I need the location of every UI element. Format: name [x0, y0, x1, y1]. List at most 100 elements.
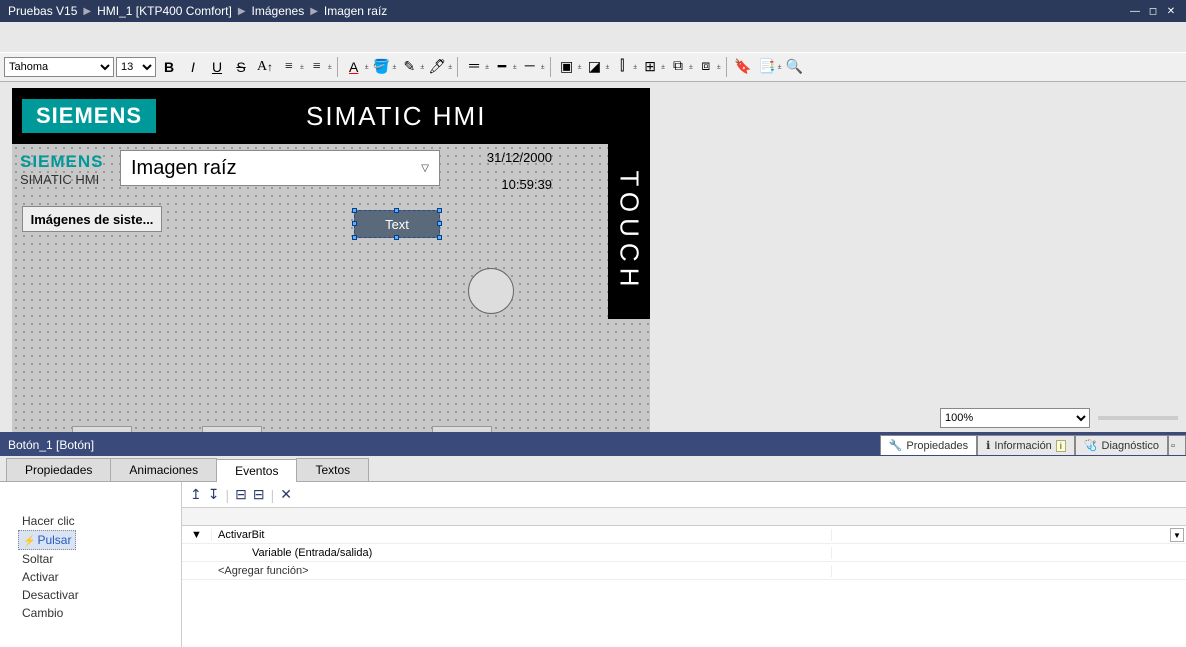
zoom-slider[interactable] — [1098, 416, 1178, 420]
zoom-controls: 100% — [940, 408, 1178, 428]
date-value: 31/12/2000 — [462, 150, 552, 165]
crumb-project[interactable]: Pruebas V15 — [8, 4, 77, 18]
event-change[interactable]: Cambio — [18, 604, 181, 622]
nav-power-button[interactable]: ⏻ — [432, 426, 492, 432]
font-size-select[interactable]: 13 — [116, 57, 156, 77]
system-images-button[interactable]: Imágenes de siste... — [22, 206, 162, 232]
dropdown-icon: ▽ — [421, 163, 429, 174]
tab-properties[interactable]: 🔧Propiedades — [880, 435, 977, 455]
siemens-logo: SIEMENS — [22, 99, 156, 133]
touch-strip: TOUCH — [608, 144, 650, 319]
chevron-right-icon: ▶ — [83, 6, 91, 17]
subtab-events[interactable]: Eventos — [216, 459, 297, 482]
function-row[interactable]: ▼ ActivarBit ▼ — [182, 526, 1186, 544]
nav-home-button[interactable]: ⬆ — [72, 426, 132, 432]
line-style-button[interactable]: ═ — [463, 56, 485, 78]
minimize-button[interactable]: — — [1128, 5, 1142, 17]
product-title: SIMATIC HMI — [306, 101, 486, 132]
screen-title-text: Imagen raíz — [131, 157, 237, 180]
tab-info[interactable]: ℹInformación i — [977, 435, 1075, 455]
bold-button[interactable]: B — [158, 56, 180, 78]
expand-button[interactable]: ⊟ — [235, 486, 247, 503]
property-subtabs: Propiedades Animaciones Eventos Textos — [0, 456, 1186, 482]
properties-panel: Botón_1 [Botón] 🔧Propiedades ℹInformació… — [0, 432, 1186, 647]
reference-button[interactable]: 🔖 — [732, 56, 754, 78]
pen-button[interactable]: 🖊 — [426, 56, 448, 78]
line-color-button[interactable]: ✎ — [398, 56, 420, 78]
tab-diagnostics[interactable]: 🩺Diagnóstico — [1075, 435, 1168, 455]
resize-handle[interactable] — [394, 235, 399, 240]
touch-label: TOUCH — [614, 171, 645, 293]
time-value: 10:59:39 — [462, 177, 552, 192]
screen-editor-canvas[interactable]: SIEMENS SIMATIC HMI TOUCH SIEMENS SIMATI… — [0, 82, 1186, 432]
collapse-button[interactable]: ⊟ — [253, 486, 265, 503]
font-color-button[interactable]: A — [343, 56, 365, 78]
event-activate[interactable]: Activar — [18, 568, 181, 586]
sub-logo: SIEMENS SIMATIC HMI — [20, 152, 104, 187]
properties-title-bar: Botón_1 [Botón] 🔧Propiedades ℹInformació… — [0, 434, 1186, 456]
align-objects-button[interactable]: ⫿ — [611, 56, 633, 78]
resize-handle[interactable] — [437, 208, 442, 213]
close-button[interactable]: ✕ — [1164, 5, 1178, 17]
expand-icon[interactable]: ▼ — [182, 529, 212, 541]
crumb-folder[interactable]: Imágenes — [252, 4, 305, 18]
move-down-button[interactable]: ↧ — [208, 486, 220, 503]
add-function-row[interactable]: <Agregar función> — [182, 562, 1186, 580]
screen-title-dropdown[interactable]: Imagen raíz ▽ — [120, 150, 440, 186]
align-center-button[interactable]: ≡ — [306, 56, 328, 78]
underline-button[interactable]: U — [206, 56, 228, 78]
bring-front-button[interactable]: ▣ — [556, 56, 578, 78]
info-icon: ℹ — [986, 439, 990, 452]
zoom-fit-button[interactable]: 🔍 — [784, 56, 806, 78]
group-button[interactable]: ⧉ — [667, 56, 689, 78]
resize-handle[interactable] — [352, 221, 357, 226]
delete-button[interactable]: ✕ — [280, 486, 292, 503]
window-controls: — ◻ ✕ — [1128, 5, 1178, 17]
subtab-properties[interactable]: Propiedades — [6, 458, 111, 481]
resize-handle[interactable] — [437, 235, 442, 240]
layers-button[interactable]: 📑 — [756, 56, 778, 78]
italic-button[interactable]: I — [182, 56, 204, 78]
subtab-animations[interactable]: Animaciones — [110, 458, 217, 481]
event-deactivate[interactable]: Desactivar — [18, 586, 181, 604]
text-button-selected[interactable]: Text — [354, 210, 440, 238]
variable-row[interactable]: Variable (Entrada/salida) — [182, 544, 1186, 562]
font-increase-button[interactable]: A↑ — [254, 56, 276, 78]
line-width-button[interactable]: ━ — [491, 56, 513, 78]
hmi-body[interactable]: TOUCH SIEMENS SIMATIC HMI Imagen raíz ▽ … — [12, 144, 650, 432]
fill-color-button[interactable]: 🪣 — [371, 56, 393, 78]
ungroup-button[interactable]: ⧈ — [695, 56, 717, 78]
strikethrough-button[interactable]: S — [230, 56, 252, 78]
crumb-device[interactable]: HMI_1 [KTP400 Comfort] — [97, 4, 232, 18]
maximize-button[interactable]: ◻ — [1146, 5, 1160, 17]
nav-alarm-button[interactable]: ⚠ — [202, 426, 262, 432]
inspector-tabs: 🔧Propiedades ℹInformación i 🩺Diagnóstico… — [880, 435, 1186, 455]
crumb-screen[interactable]: Imagen raíz — [324, 4, 387, 18]
chevron-right-icon: ▶ — [238, 6, 246, 17]
event-click[interactable]: Hacer clic — [18, 512, 181, 530]
line-end-button[interactable]: ─ — [519, 56, 541, 78]
resize-handle[interactable] — [352, 235, 357, 240]
hmi-screen[interactable]: SIEMENS SIMATIC HMI TOUCH SIEMENS SIMATI… — [12, 88, 650, 432]
event-function-list: ↥ ↧ | ⊟ ⊟ | ✕ ▼ ActivarBit ▼ Variable (E… — [182, 482, 1186, 647]
event-press[interactable]: Pulsar — [18, 530, 76, 550]
circle-shape[interactable] — [468, 268, 514, 314]
function-toolbar: ↥ ↧ | ⊟ ⊟ | ✕ — [182, 482, 1186, 508]
datetime-display: 31/12/2000 10:59:39 — [462, 150, 552, 204]
zoom-select[interactable]: 100% — [940, 408, 1090, 428]
dropdown-button[interactable]: ▼ — [1170, 528, 1184, 542]
title-bar: Pruebas V15 ▶ HMI_1 [KTP400 Comfort] ▶ I… — [0, 0, 1186, 22]
distribute-button[interactable]: ⊞ — [639, 56, 661, 78]
subtab-texts[interactable]: Textos — [296, 458, 369, 481]
align-left-button[interactable]: ≡ — [278, 56, 300, 78]
resize-handle[interactable] — [437, 221, 442, 226]
font-family-select[interactable]: Tahoma — [4, 57, 114, 77]
send-back-button[interactable]: ◪ — [583, 56, 605, 78]
hmi-header: SIEMENS SIMATIC HMI — [12, 88, 650, 144]
move-up-button[interactable]: ↥ — [190, 486, 202, 503]
events-editor: Hacer clic Pulsar Soltar Activar Desacti… — [0, 482, 1186, 647]
event-release[interactable]: Soltar — [18, 550, 181, 568]
resize-handle[interactable] — [352, 208, 357, 213]
tab-more[interactable]: ▫ — [1168, 435, 1186, 455]
resize-handle[interactable] — [394, 208, 399, 213]
